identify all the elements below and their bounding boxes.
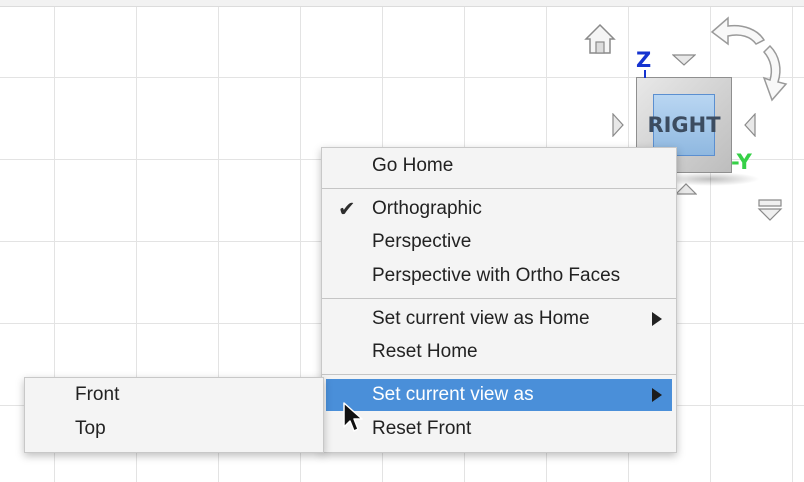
menu-item-label: Perspective with Ortho Faces [372, 265, 621, 286]
viewport-top-border [0, 0, 804, 7]
menu-item-go-home[interactable]: Go Home [326, 150, 672, 182]
submenu-item-label: Front [75, 384, 120, 405]
menu-item-label: Reset Home [372, 341, 478, 362]
menu-separator [322, 374, 676, 375]
triangle-arrow-icon[interactable] [757, 198, 783, 222]
menu-item-label: Go Home [372, 155, 454, 176]
submenu-item-label: Top [75, 418, 106, 439]
menu-item-label: Orthographic [372, 198, 482, 219]
menu-item-perspective-ortho-faces[interactable]: Perspective with Ortho Faces [326, 260, 672, 292]
menu-item-orthographic[interactable]: ✔ Orthographic [326, 193, 672, 225]
z-axis-line [644, 70, 646, 78]
triangle-arrow-icon[interactable] [672, 54, 696, 66]
submenu-set-current-view-as: Front Top [24, 377, 324, 453]
menu-item-label: Reset Front [372, 418, 472, 439]
menu-separator [322, 188, 676, 189]
cursor-arrow-icon [343, 402, 363, 432]
submenu-item-front[interactable]: Front [25, 379, 323, 411]
submenu-arrow-icon [652, 312, 662, 326]
checkmark-icon: ✔ [338, 198, 356, 221]
submenu-arrow-icon [652, 388, 662, 402]
axis-z-label: Z [636, 48, 652, 72]
submenu-item-top[interactable]: Top [25, 413, 323, 445]
menu-item-label: Set current view as Home [372, 308, 590, 329]
menu-separator [322, 298, 676, 299]
triangle-arrow-icon[interactable] [744, 113, 756, 137]
triangle-arrow-icon[interactable] [612, 113, 624, 137]
menu-item-label: Perspective [372, 231, 472, 252]
home-icon[interactable] [583, 22, 617, 56]
menu-item-perspective[interactable]: Perspective [326, 226, 672, 258]
axis-y-label: -Y [731, 150, 752, 174]
menu-item-reset-home[interactable]: Reset Home [326, 336, 672, 368]
menu-item-set-current-view-as[interactable]: Set current view as [326, 379, 672, 411]
menu-item-label: Set current view as [372, 384, 534, 405]
menu-item-reset-front[interactable]: Reset Front [326, 413, 672, 445]
menu-item-set-current-view-as-home[interactable]: Set current view as Home [326, 303, 672, 335]
context-menu: Go Home ✔ Orthographic Perspective Persp… [321, 147, 677, 453]
